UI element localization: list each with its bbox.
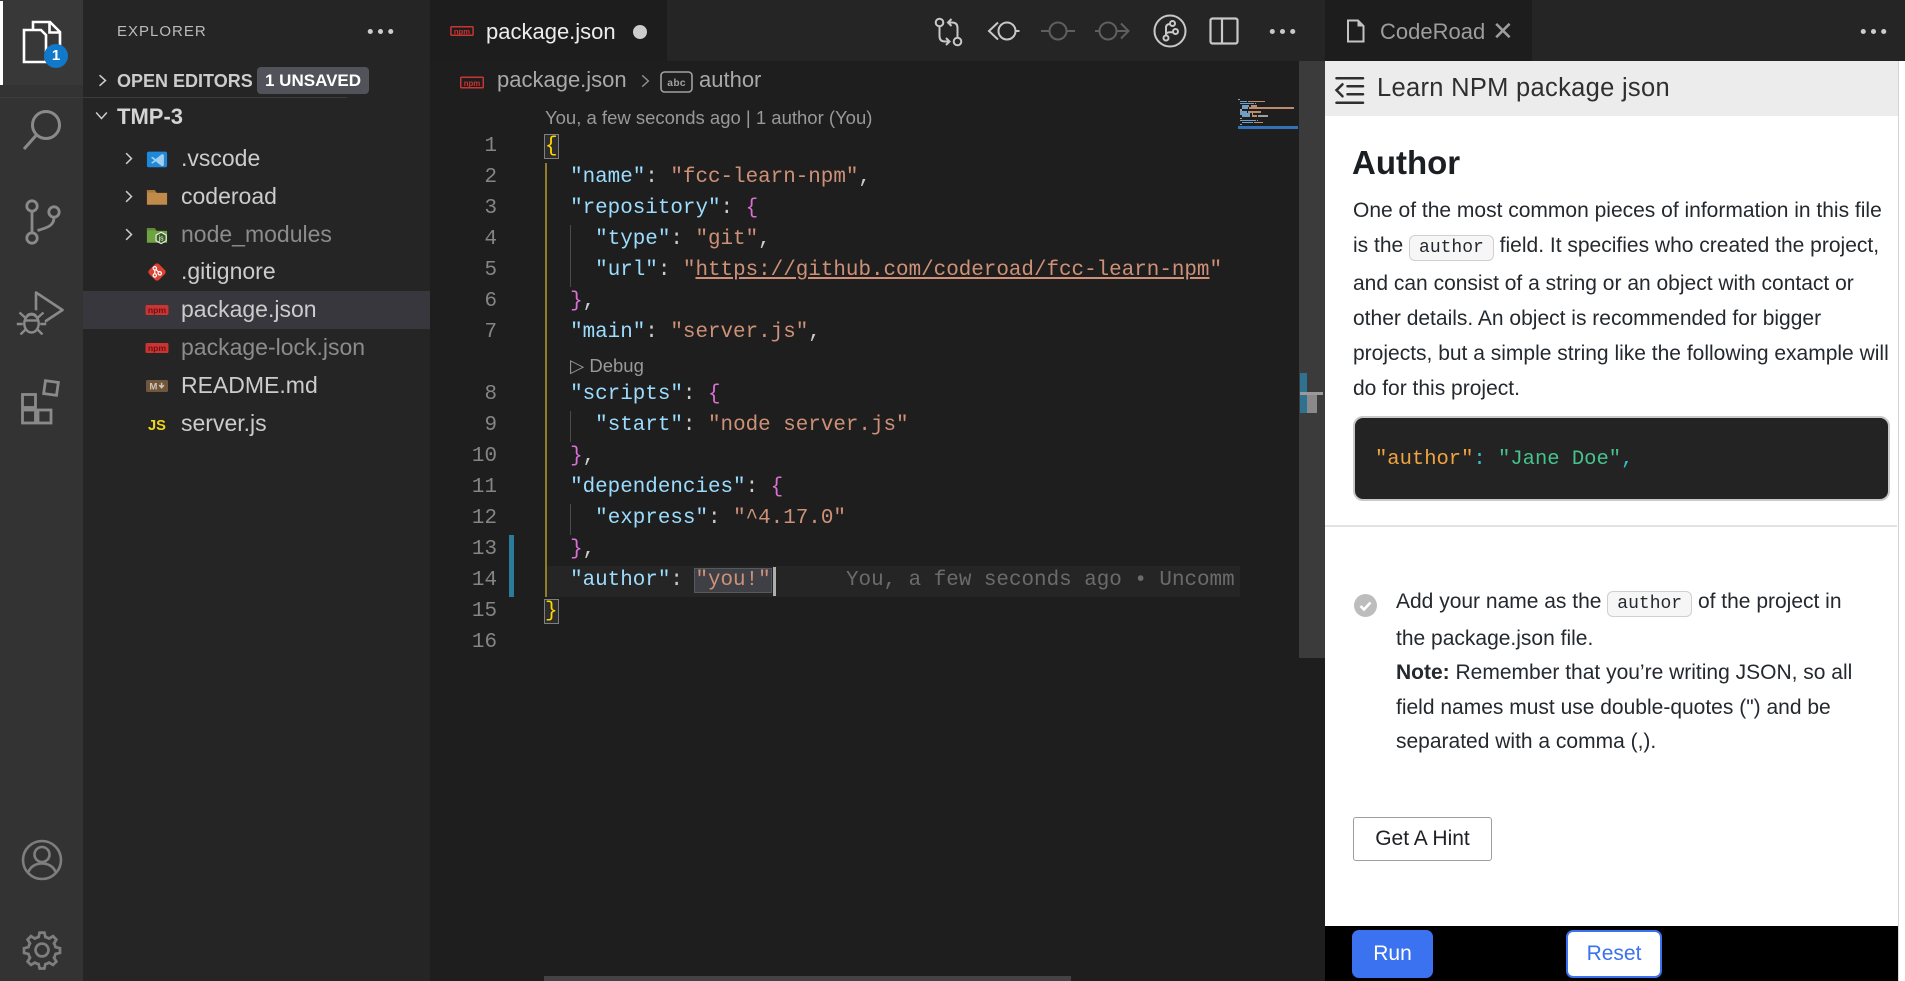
svg-text:abc: abc [667, 78, 686, 90]
svg-text:npm: npm [464, 79, 481, 88]
svg-text:js: js [158, 236, 165, 243]
svg-text:npm: npm [148, 305, 167, 315]
svg-text:JS: JS [148, 418, 166, 434]
svg-text:npm: npm [454, 27, 470, 36]
svg-text:npm: npm [148, 343, 167, 353]
svg-text:M: M [149, 381, 157, 392]
